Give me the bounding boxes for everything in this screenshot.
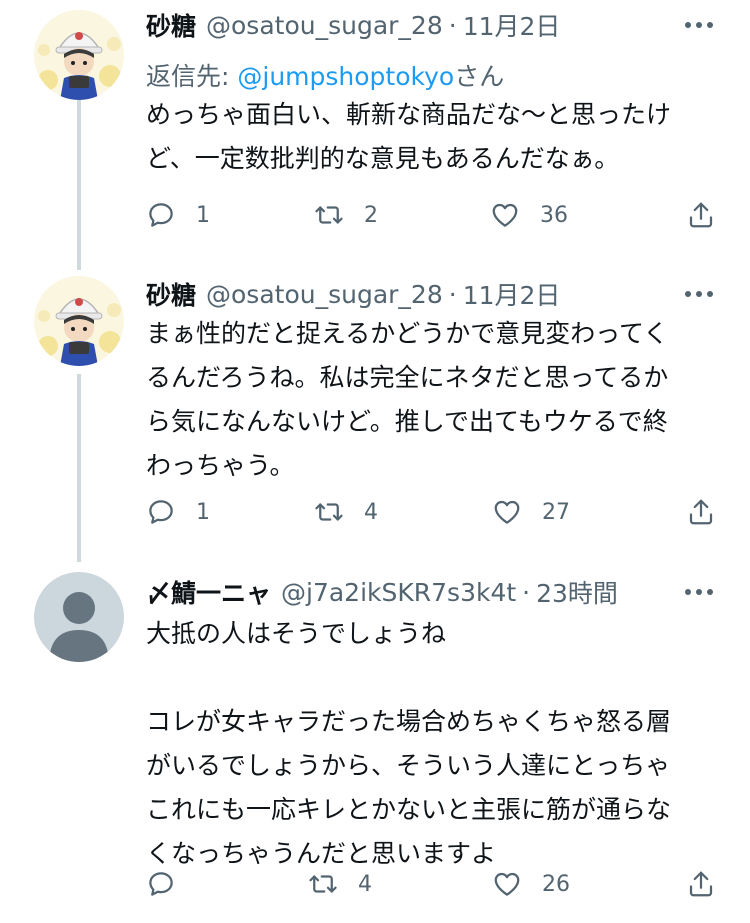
reply-icon <box>149 500 173 524</box>
retweet-count: 4 <box>364 499 378 525</box>
like-icon <box>492 203 518 227</box>
tweet-header: 砂糖 @osatou_sugar_28 · 11月2日 <box>146 274 560 314</box>
action-bar: 1 2 36 <box>146 195 720 235</box>
share-icon <box>689 202 713 228</box>
like-count: 36 <box>540 202 568 228</box>
timestamp[interactable]: 11月2日 <box>463 7 561 43</box>
more-options-button[interactable] <box>684 577 714 607</box>
tweet-text: 大抵の人はそうでしょうね コレが女キャラだった場合めちゃくちゃ怒る層 がいるでし… <box>146 619 672 868</box>
retweet-icon <box>315 206 343 224</box>
reply-prefix: 返信先: <box>146 62 238 91</box>
reply-button[interactable]: 1 <box>146 492 210 532</box>
more-options-button[interactable] <box>684 279 714 309</box>
tweet-text: めっちゃ面白い、斬新な商品だな〜と思ったけ ど、一定数批判的な意見もあるんだなぁ… <box>146 100 672 173</box>
display-name[interactable]: 砂糖 <box>146 276 196 312</box>
separator-dot: · <box>448 279 457 309</box>
default-avatar-icon <box>34 572 124 662</box>
reply-icon <box>149 203 173 227</box>
replying-to: 返信先: @jumpshoptokyoさん <box>146 57 504 93</box>
tweet-header: 〆鯖一ニャ @j7a2ikSKR7s3k4t · 23時間 <box>146 572 618 612</box>
like-button[interactable]: 36 <box>490 195 568 235</box>
avatar[interactable] <box>34 572 124 662</box>
tweet-header: 砂糖 @osatou_sugar_28 · 11月2日 <box>146 5 560 45</box>
reply-count: 1 <box>196 202 210 228</box>
reply-button[interactable]: 1 <box>146 195 210 235</box>
tweet[interactable]: 〆鯖一ニャ @j7a2ikSKR7s3k4t · 23時間 大抵の人はそうでしょ… <box>0 562 750 923</box>
separator-dot: · <box>448 10 457 40</box>
user-handle[interactable]: @j7a2ikSKR7s3k4t <box>281 578 516 607</box>
action-bar: 4 26 <box>146 864 720 904</box>
retweet-button[interactable]: 4 <box>308 864 372 904</box>
reply-count: 1 <box>196 499 210 525</box>
display-name[interactable]: 砂糖 <box>146 7 196 43</box>
user-handle[interactable]: @osatou_sugar_28 <box>206 280 443 309</box>
more-icon <box>685 589 713 595</box>
like-count: 26 <box>542 871 570 897</box>
more-options-button[interactable] <box>684 10 714 40</box>
like-button[interactable]: 26 <box>492 864 570 904</box>
like-button[interactable]: 27 <box>492 492 570 532</box>
more-icon <box>685 22 713 28</box>
tweet[interactable]: 砂糖 @osatou_sugar_28 · 11月2日 返信先: @jumpsh… <box>0 0 750 262</box>
reply-button[interactable] <box>146 864 196 904</box>
action-bar: 1 4 27 <box>146 492 720 532</box>
avatar-image <box>34 276 124 366</box>
retweet-button[interactable]: 2 <box>314 195 378 235</box>
user-handle[interactable]: @osatou_sugar_28 <box>206 11 443 40</box>
reply-handle-link[interactable]: @jumpshoptokyo <box>237 62 454 91</box>
share-icon <box>689 499 713 525</box>
avatar[interactable] <box>34 10 124 100</box>
separator-dot: · <box>522 577 531 607</box>
reply-icon <box>149 872 173 896</box>
retweet-icon <box>309 875 337 893</box>
timestamp[interactable]: 11月2日 <box>463 276 561 312</box>
like-count: 27 <box>542 499 570 525</box>
retweet-count: 2 <box>364 202 378 228</box>
share-button[interactable] <box>686 864 716 904</box>
more-icon <box>685 291 713 297</box>
share-icon <box>689 871 713 897</box>
share-button[interactable] <box>686 492 716 532</box>
display-name[interactable]: 〆鯖一ニャ <box>146 574 271 610</box>
avatar[interactable] <box>34 276 124 366</box>
like-icon <box>494 872 520 896</box>
share-button[interactable] <box>686 195 716 235</box>
tweet[interactable]: 砂糖 @osatou_sugar_28 · 11月2日 まぁ性的だと捉えるかどう… <box>0 262 750 562</box>
reply-suffix: さん <box>454 62 505 91</box>
avatar-image <box>34 10 124 100</box>
tweet-text: まぁ性的だと捉えるかどうかで意見変わってく るんだろうね。私は完全にネタだと思っ… <box>146 319 669 480</box>
timestamp[interactable]: 23時間 <box>536 574 618 610</box>
retweet-count: 4 <box>358 871 372 897</box>
retweet-button[interactable]: 4 <box>314 492 378 532</box>
retweet-icon <box>315 503 343 521</box>
like-icon <box>494 500 520 524</box>
